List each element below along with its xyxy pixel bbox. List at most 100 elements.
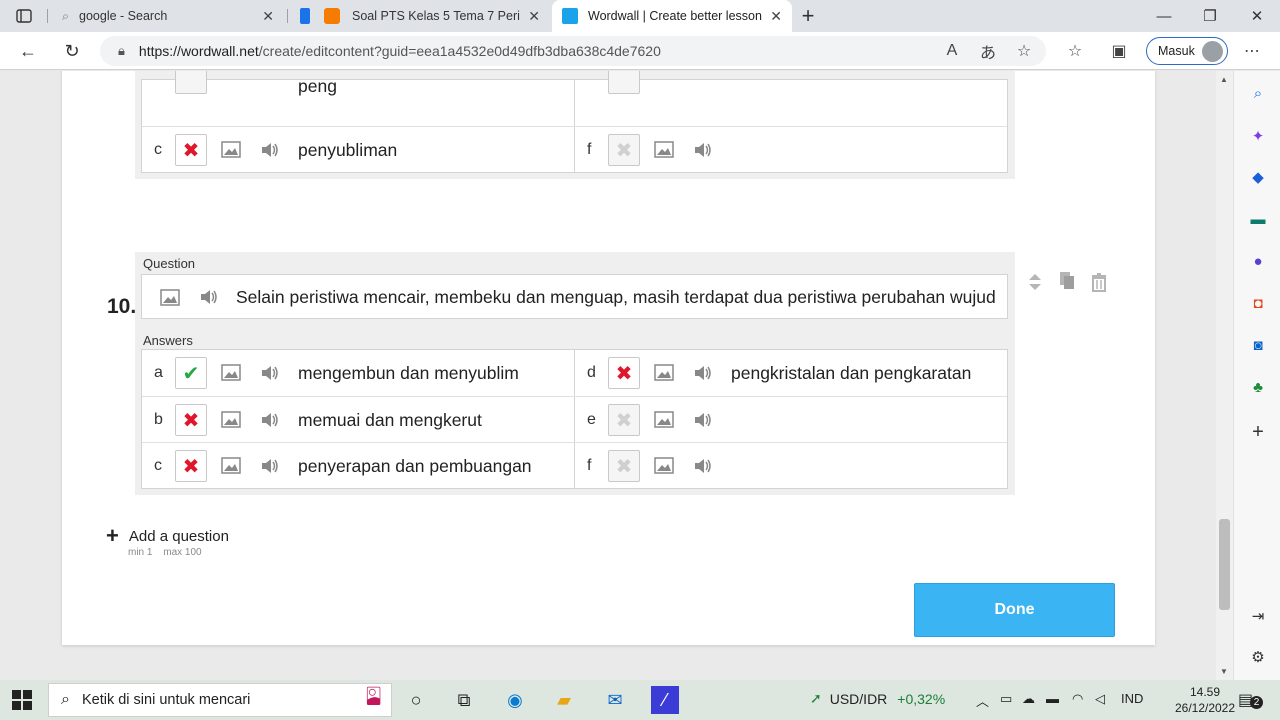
answer-text[interactable]: peng xyxy=(298,76,337,97)
add-question-button[interactable]: + Add a question xyxy=(106,523,229,549)
close-icon[interactable]: ✕ xyxy=(770,8,782,25)
answer-letter: f xyxy=(587,457,592,474)
favorites-icon[interactable]: ☆ xyxy=(1059,32,1091,70)
image-icon[interactable] xyxy=(221,364,241,381)
sound-icon[interactable] xyxy=(260,411,280,429)
reorder-icon[interactable] xyxy=(1024,271,1046,293)
answer-text[interactable]: penyubliman xyxy=(298,140,397,161)
page-scrollbar[interactable]: ▲ ▼ xyxy=(1216,71,1233,680)
image-icon[interactable] xyxy=(221,411,241,428)
correct-mark-icon[interactable]: ✔ xyxy=(175,357,207,389)
restore-button[interactable]: ❐ xyxy=(1187,0,1233,32)
add-icon[interactable]: + xyxy=(1248,421,1268,443)
tab-wordwall[interactable]: Wordwall | Create better lessons ✕ xyxy=(552,0,792,32)
duplicate-icon[interactable] xyxy=(1056,269,1078,291)
read-aloud-icon[interactable]: A xyxy=(936,32,968,70)
refresh-button[interactable]: ↻ xyxy=(54,32,90,70)
stock-ticker[interactable]: ➚ USD/IDR +0,32% xyxy=(810,690,945,707)
chevron-up-icon[interactable]: ︿ xyxy=(976,691,989,710)
mark-toggle[interactable] xyxy=(175,71,207,94)
cortana-icon[interactable]: ○ xyxy=(402,686,430,714)
clock-time: 14.59 xyxy=(1189,685,1221,699)
tab-google-search[interactable]: ⌕ google - Search ✕ xyxy=(52,0,284,32)
image-icon[interactable] xyxy=(654,141,674,158)
office-icon[interactable]: ◘ xyxy=(1248,293,1268,313)
translate-icon[interactable]: あ xyxy=(972,32,1004,70)
collections-icon[interactable]: ▣ xyxy=(1103,32,1135,70)
new-tab-button[interactable]: + xyxy=(790,0,826,32)
mark-toggle[interactable] xyxy=(608,71,640,94)
notifications-button[interactable]: ▤ 2 xyxy=(1238,690,1263,710)
answer-text[interactable]: mengembun dan menyublim xyxy=(298,363,519,384)
image-icon[interactable] xyxy=(221,141,241,158)
gear-icon[interactable]: ⚙ xyxy=(1248,647,1268,667)
image-icon[interactable] xyxy=(654,411,674,428)
wifi-icon[interactable]: ◠ xyxy=(1072,691,1083,707)
add-favorite-icon[interactable]: ☆ xyxy=(1008,32,1040,70)
back-button[interactable]: ← xyxy=(10,32,46,70)
close-window-button[interactable]: ✕ xyxy=(1234,0,1280,32)
answer-text[interactable]: pengkristalan dan pengkaratan xyxy=(731,363,971,384)
answer-text[interactable]: penyerapan dan pembuangan xyxy=(298,456,532,477)
done-button[interactable]: Done xyxy=(914,583,1115,637)
sound-icon[interactable] xyxy=(693,457,713,475)
wrong-mark-icon[interactable]: ✖ xyxy=(175,134,207,166)
app-icon[interactable]: ⁄ xyxy=(651,686,679,714)
empty-mark-icon[interactable]: ✖ xyxy=(608,134,640,166)
tab-actions-icon[interactable] xyxy=(6,0,42,32)
sound-icon[interactable] xyxy=(693,364,713,382)
scroll-up-icon[interactable]: ▲ xyxy=(1220,75,1228,84)
close-icon[interactable]: ✕ xyxy=(262,8,274,25)
battery-icon[interactable]: ▬ xyxy=(1046,691,1059,706)
mail-icon[interactable]: ✉ xyxy=(601,686,629,714)
shopping-icon[interactable]: ◆ xyxy=(1248,167,1268,187)
games-icon[interactable]: ● xyxy=(1248,251,1268,271)
image-icon[interactable] xyxy=(654,364,674,381)
tab-soal-pts[interactable]: Soal PTS Kelas 5 Tema 7 Peristiwa ✕ xyxy=(290,0,550,32)
sound-icon[interactable] xyxy=(693,141,713,159)
profile-button[interactable]: Masuk xyxy=(1146,37,1228,65)
sidebar-toggle-icon[interactable]: ⇥ xyxy=(1248,606,1268,626)
volume-icon[interactable]: ◁ xyxy=(1095,691,1105,707)
answer-text[interactable]: memuai dan mengkerut xyxy=(298,410,482,431)
wrong-mark-icon[interactable]: ✖ xyxy=(608,357,640,389)
scroll-thumb[interactable] xyxy=(1219,519,1230,610)
clock[interactable]: 14.59 26/12/2022 xyxy=(1170,684,1240,716)
answer-letter: c xyxy=(154,141,162,158)
scroll-down-icon[interactable]: ▼ xyxy=(1220,667,1228,676)
tree-icon[interactable]: ♣ xyxy=(1248,377,1268,397)
windows-start-icon[interactable] xyxy=(12,690,32,710)
sound-icon[interactable] xyxy=(199,288,219,306)
copilot-icon[interactable]: ✦ xyxy=(1248,126,1268,146)
question-input[interactable]: Selain peristiwa mencair, membeku dan me… xyxy=(141,274,1008,319)
weather-icon[interactable]: ☁ xyxy=(1022,691,1035,707)
close-icon[interactable]: ✕ xyxy=(528,8,540,25)
file-explorer-icon[interactable]: ▰ xyxy=(550,686,578,714)
sound-icon[interactable] xyxy=(260,364,280,382)
taskbar-search-input[interactable]: ⌕ Ketik di sini untuk mencari 🎴︎ xyxy=(48,683,392,717)
minimize-button[interactable]: — xyxy=(1141,0,1187,32)
url-field[interactable]: 🔒︎ https://wordwall.net/create/editconte… xyxy=(100,36,1046,66)
edge-icon[interactable]: ◉ xyxy=(501,686,529,714)
search-icon[interactable]: ⌕ xyxy=(1248,83,1268,103)
answer-row: peng xyxy=(142,71,1007,126)
tools-icon[interactable]: ▬ xyxy=(1248,209,1268,229)
more-menu-icon[interactable]: ⋯ xyxy=(1236,32,1268,70)
wrong-mark-icon[interactable]: ✖ xyxy=(175,404,207,436)
image-icon[interactable] xyxy=(160,289,180,306)
empty-mark-icon[interactable]: ✖ xyxy=(608,404,640,436)
image-icon[interactable] xyxy=(654,457,674,474)
image-icon[interactable] xyxy=(221,457,241,474)
sound-icon[interactable] xyxy=(260,141,280,159)
question-label: Question xyxy=(143,256,196,271)
question-limits: min 1 max 100 xyxy=(128,547,210,558)
sound-icon[interactable] xyxy=(693,411,713,429)
wrong-mark-icon[interactable]: ✖ xyxy=(175,450,207,482)
trash-icon[interactable] xyxy=(1088,271,1110,293)
task-view-icon[interactable]: ⧉ xyxy=(450,686,478,714)
outlook-icon[interactable]: ◙ xyxy=(1248,335,1268,355)
language-indicator[interactable]: IND xyxy=(1121,691,1143,706)
sound-icon[interactable] xyxy=(260,457,280,475)
tablet-icon[interactable]: ▭ xyxy=(1000,691,1012,707)
empty-mark-icon[interactable]: ✖ xyxy=(608,450,640,482)
